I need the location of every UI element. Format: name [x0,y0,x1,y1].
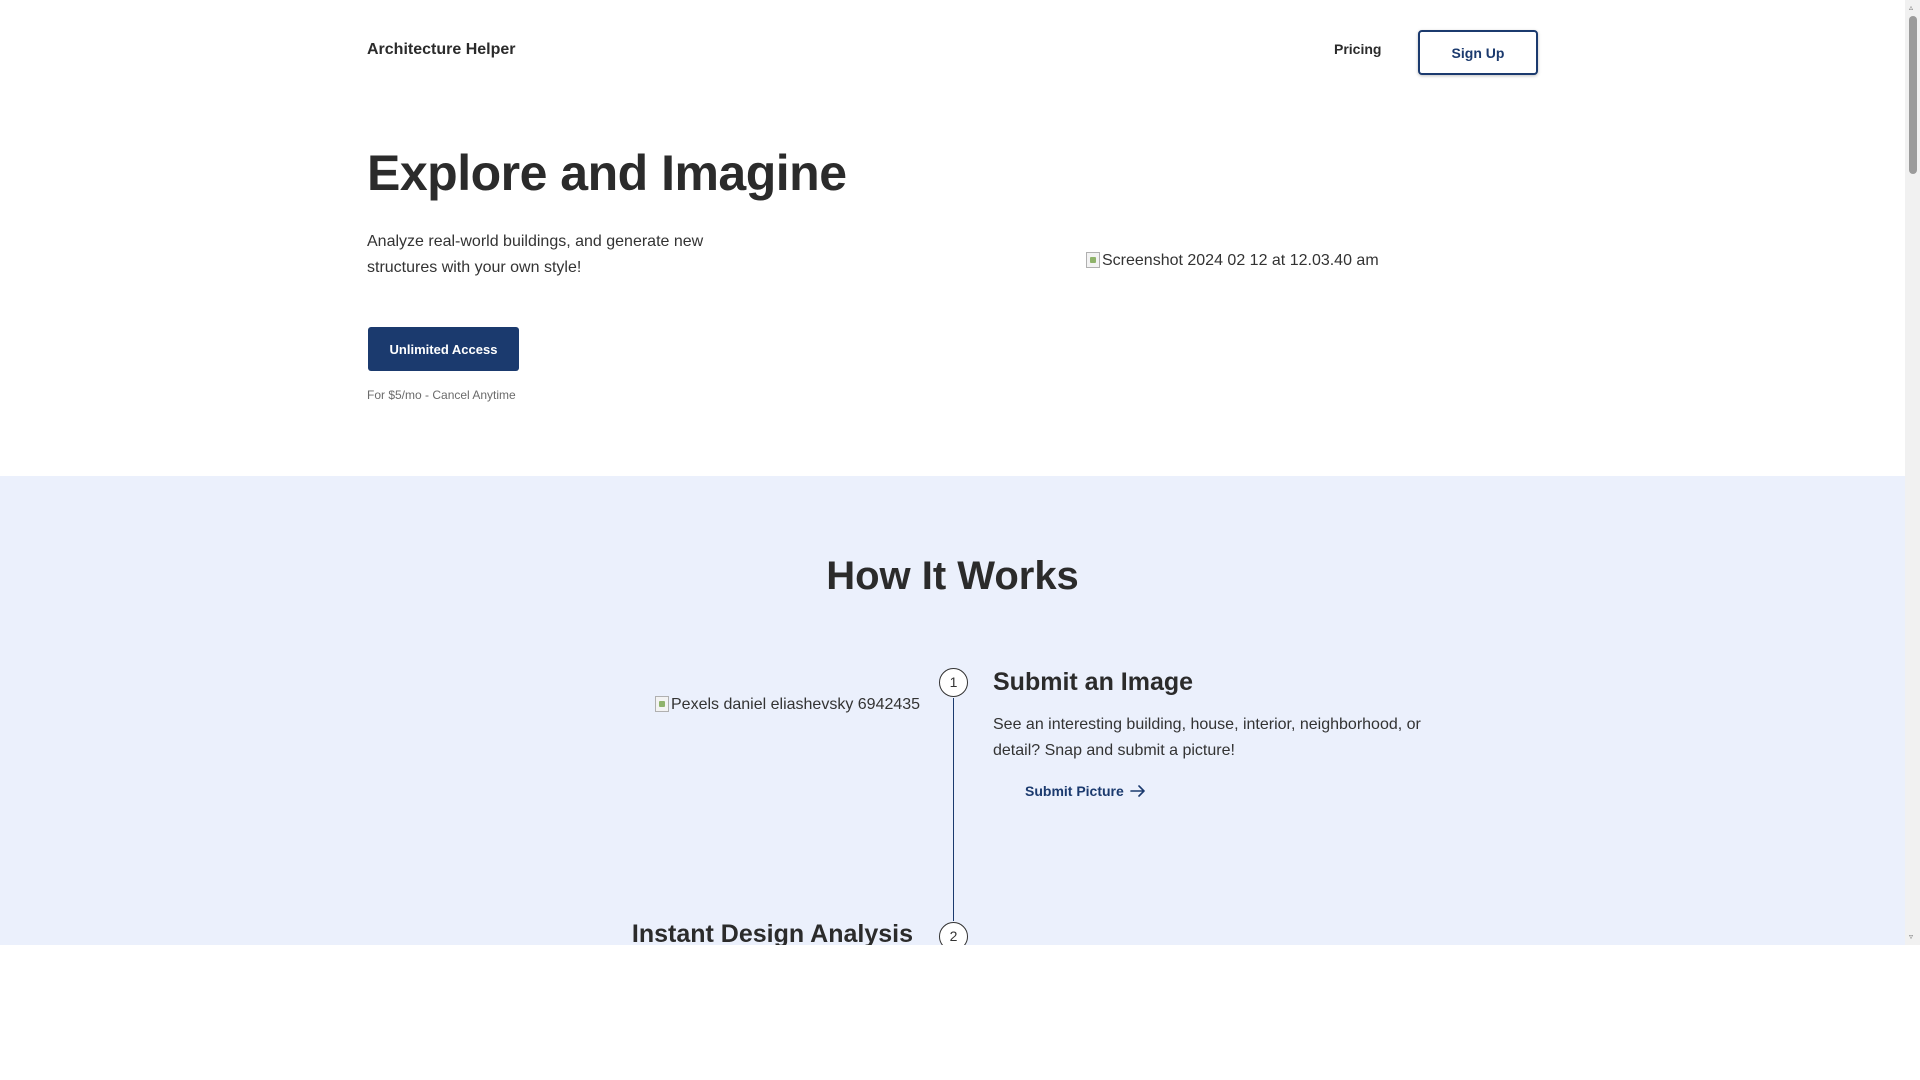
hero-image: Screenshot 2024 02 12 at 12.03.40 am [1086,252,1379,270]
step-1-description: See an interesting building, house, inte… [993,716,1421,759]
broken-image-icon [1086,252,1100,268]
step-1-title: Submit an Image [993,668,1194,696]
nav-pricing-link[interactable]: Pricing [1334,41,1381,57]
step-1-image: Pexels daniel eliashevsky 6942435 [655,696,920,714]
hero-image-alt-text: Screenshot 2024 02 12 at 12.03.40 am [1102,252,1379,269]
timeline-line [953,698,954,921]
brand-logo-text[interactable]: Architecture Helper [367,41,516,59]
step-1-number: 1 [939,668,968,697]
how-it-works-section: How It Works 1 Submit an Image See an in… [0,476,1905,945]
scroll-up-arrow-icon[interactable]: ▵ [1909,4,1913,12]
submit-picture-link[interactable]: Submit Picture [1025,783,1146,799]
broken-image-icon [655,696,669,712]
step-2-number: 2 [939,922,968,945]
step-1-image-alt-text: Pexels daniel eliashevsky 6942435 [671,696,921,713]
submit-picture-label: Submit Picture [1025,783,1124,799]
hero-title: Explore and Imagine [367,145,847,201]
hero-subtitle: Analyze real-world buildings, and genera… [367,233,704,276]
unlimited-access-button[interactable]: Unlimited Access [368,327,519,371]
sign-up-button[interactable]: Sign Up [1418,30,1538,75]
vertical-scrollbar[interactable]: ▵ ▿ [1905,0,1920,945]
page: Architecture Helper Pricing Sign Up Expl… [0,0,1905,945]
scrollbar-thumb[interactable] [1909,16,1917,174]
pricing-note: For $5/mo - Cancel Anytime [367,388,516,402]
scroll-down-arrow-icon[interactable]: ▿ [1909,933,1913,941]
how-it-works-title: How It Works [826,554,1079,598]
browser-viewport: Architecture Helper Pricing Sign Up Expl… [0,0,1920,945]
step-2-title: Instant Design Analysis [631,920,913,945]
arrow-right-icon [1129,785,1145,797]
